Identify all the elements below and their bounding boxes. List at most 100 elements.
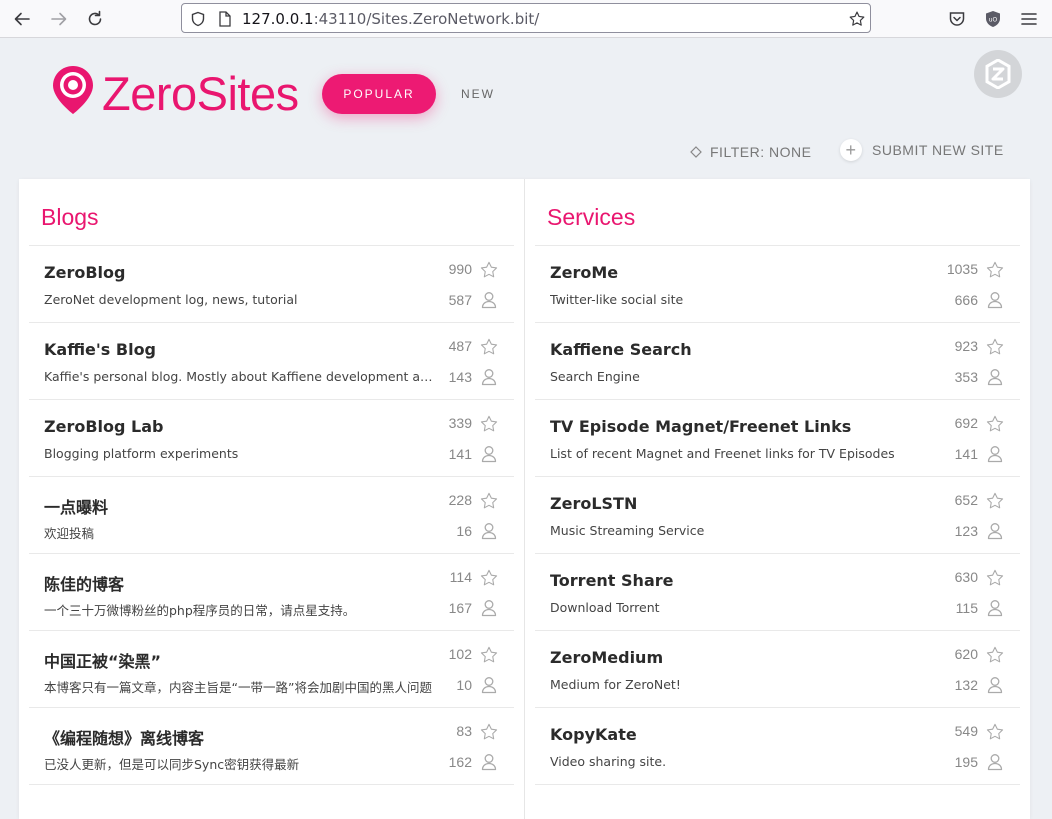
url-text[interactable]: 127.0.0.1:43110/Sites.ZeroNetwork.bit/ bbox=[242, 10, 539, 28]
filter-label: FILTER: NONE bbox=[710, 144, 812, 160]
tab-new[interactable]: NEW bbox=[461, 87, 495, 101]
star-count: 549 bbox=[954, 723, 978, 739]
star-icon[interactable] bbox=[479, 568, 499, 588]
site-title[interactable]: ZeroMe bbox=[550, 263, 618, 282]
diamond-icon bbox=[690, 146, 702, 158]
site-row[interactable]: ZeroMe Twitter-like social site 1035 666 bbox=[535, 246, 1020, 323]
pocket-icon[interactable] bbox=[947, 9, 967, 29]
user-icon bbox=[481, 523, 497, 540]
url-path: :43110/Sites.ZeroNetwork.bit/ bbox=[313, 10, 540, 28]
site-description: Kaffie's personal blog. Mostly about Kaf… bbox=[44, 369, 436, 384]
star-count: 630 bbox=[954, 569, 978, 585]
star-count: 1035 bbox=[946, 261, 978, 277]
peer-count: 162 bbox=[448, 754, 472, 770]
star-icon[interactable] bbox=[479, 645, 499, 665]
site-row[interactable]: 陈佳的博客 一个三十万微博粉丝的php程序员的日常，请点星支持。 114 167 bbox=[29, 554, 514, 631]
submit-label: SUBMIT NEW SITE bbox=[872, 142, 1004, 158]
star-icon[interactable] bbox=[479, 260, 499, 280]
ublock-extension-icon[interactable]: uO bbox=[983, 9, 1003, 29]
site-row[interactable]: ZeroLSTN Music Streaming Service 652 123 bbox=[535, 477, 1020, 554]
site-list: ZeroBlog ZeroNet development log, news, … bbox=[29, 246, 514, 785]
user-icon bbox=[481, 754, 497, 771]
star-icon[interactable] bbox=[479, 414, 499, 434]
user-icon bbox=[987, 677, 1003, 694]
user-icon bbox=[987, 292, 1003, 309]
site-row[interactable]: TV Episode Magnet/Freenet Links List of … bbox=[535, 400, 1020, 477]
logo-pin-icon[interactable] bbox=[50, 64, 96, 120]
user-icon bbox=[481, 369, 497, 386]
site-row[interactable]: 中国正被“染黑” 本博客只有一篇文章，内容主旨是“一带一路”将会加剧中国的黑人问… bbox=[29, 631, 514, 708]
star-count: 692 bbox=[954, 415, 978, 431]
site-title[interactable]: KopyKate bbox=[550, 725, 637, 744]
peer-count: 132 bbox=[954, 677, 978, 693]
site-title[interactable]: ZeroLSTN bbox=[550, 494, 637, 513]
site-title[interactable]: TV Episode Magnet/Freenet Links bbox=[550, 417, 851, 436]
shield-icon[interactable] bbox=[189, 10, 207, 28]
address-bar[interactable]: 127.0.0.1:43110/Sites.ZeroNetwork.bit/ bbox=[181, 3, 871, 33]
site-title[interactable]: ZeroBlog bbox=[44, 263, 125, 282]
star-icon[interactable] bbox=[985, 337, 1005, 357]
site-title[interactable]: Kaffie's Blog bbox=[44, 340, 156, 359]
star-icon[interactable] bbox=[479, 722, 499, 742]
svg-text:uO: uO bbox=[989, 17, 998, 24]
peer-count: 123 bbox=[954, 523, 978, 539]
star-icon[interactable] bbox=[985, 722, 1005, 742]
star-icon[interactable] bbox=[985, 491, 1005, 511]
url-host: 127.0.0.1 bbox=[242, 10, 314, 28]
user-icon bbox=[987, 754, 1003, 771]
star-count: 83 bbox=[456, 723, 472, 739]
site-description: 本博客只有一篇文章，内容主旨是“一带一路”将会加剧中国的黑人问题 bbox=[44, 680, 432, 695]
submit-new-site-button[interactable]: + SUBMIT NEW SITE bbox=[840, 139, 1004, 161]
site-title[interactable]: ZeroBlog Lab bbox=[44, 417, 163, 436]
column-divider bbox=[524, 179, 525, 819]
site-row[interactable]: Kaffiene Search Search Engine 923 353 bbox=[535, 323, 1020, 400]
site-description: Music Streaming Service bbox=[550, 523, 705, 538]
logo-text[interactable]: ZeroSites bbox=[102, 64, 299, 124]
reload-button[interactable] bbox=[83, 7, 107, 31]
tab-popular[interactable]: POPULAR bbox=[322, 74, 436, 114]
star-icon[interactable] bbox=[985, 568, 1005, 588]
site-row[interactable]: ZeroBlog ZeroNet development log, news, … bbox=[29, 246, 514, 323]
site-title[interactable]: 《编程随想》离线博客 bbox=[44, 725, 204, 749]
bookmark-star-icon[interactable] bbox=[848, 10, 866, 28]
filter-button[interactable]: FILTER: NONE bbox=[690, 144, 811, 160]
plus-icon: + bbox=[840, 139, 862, 161]
star-count: 114 bbox=[449, 569, 472, 585]
peer-count: 16 bbox=[456, 523, 472, 539]
peer-count: 141 bbox=[954, 446, 978, 462]
site-row[interactable]: ZeroMedium Medium for ZeroNet! 620 132 bbox=[535, 631, 1020, 708]
site-title[interactable]: Kaffiene Search bbox=[550, 340, 692, 359]
peer-count: 143 bbox=[448, 369, 472, 385]
menu-icon[interactable] bbox=[1019, 9, 1039, 29]
site-title[interactable]: 一点曝料 bbox=[44, 494, 108, 518]
star-icon[interactable] bbox=[479, 337, 499, 357]
site-title[interactable]: Torrent Share bbox=[550, 571, 673, 590]
site-description: 欢迎投稿 bbox=[44, 526, 95, 541]
star-icon[interactable] bbox=[985, 260, 1005, 280]
star-count: 990 bbox=[448, 261, 472, 277]
star-count: 228 bbox=[448, 492, 472, 508]
site-title[interactable]: 陈佳的博客 bbox=[44, 571, 124, 595]
settings-button[interactable] bbox=[974, 50, 1022, 98]
star-count: 102 bbox=[448, 646, 472, 662]
arrow-right-icon bbox=[51, 12, 67, 26]
category-title: Blogs bbox=[41, 204, 99, 230]
site-row[interactable]: ZeroBlog Lab Blogging platform experimen… bbox=[29, 400, 514, 477]
site-row[interactable]: Kaffie's Blog Kaffie's personal blog. Mo… bbox=[29, 323, 514, 400]
star-count: 923 bbox=[954, 338, 978, 354]
site-title[interactable]: ZeroMedium bbox=[550, 648, 663, 667]
site-description: Twitter-like social site bbox=[550, 292, 684, 307]
forward-button[interactable] bbox=[47, 7, 71, 31]
site-title[interactable]: 中国正被“染黑” bbox=[44, 648, 161, 672]
star-icon[interactable] bbox=[479, 491, 499, 511]
site-row[interactable]: 一点曝料 欢迎投稿 228 16 bbox=[29, 477, 514, 554]
back-button[interactable] bbox=[10, 7, 34, 31]
star-icon[interactable] bbox=[985, 414, 1005, 434]
site-row[interactable]: Torrent Share Download Torrent 630 115 bbox=[535, 554, 1020, 631]
star-count: 339 bbox=[448, 415, 472, 431]
page-icon[interactable] bbox=[216, 10, 234, 28]
site-row[interactable]: KopyKate Video sharing site. 549 195 bbox=[535, 708, 1020, 785]
site-row[interactable]: 《编程随想》离线博客 已没人更新，但是可以同步Sync密钥获得最新 83 162 bbox=[29, 708, 514, 785]
user-icon bbox=[987, 446, 1003, 463]
star-icon[interactable] bbox=[985, 645, 1005, 665]
